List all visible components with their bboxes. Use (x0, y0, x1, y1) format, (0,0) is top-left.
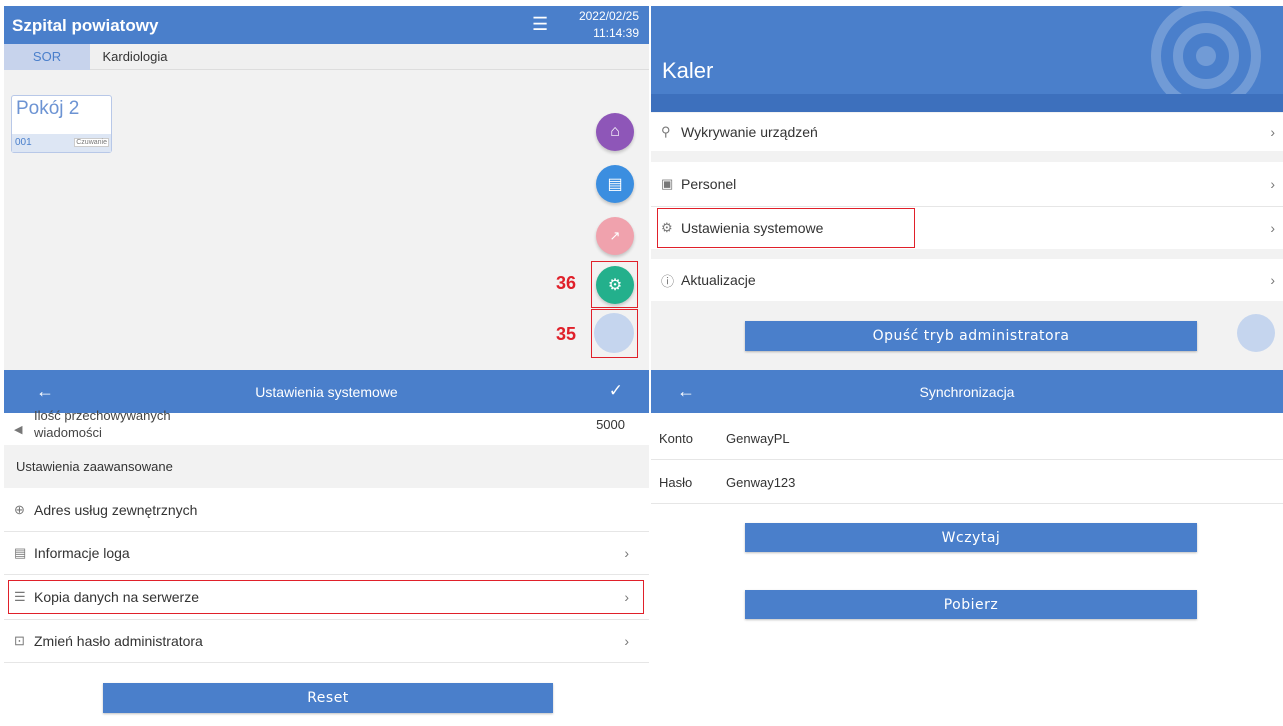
menu-personel-label: Personel (681, 176, 737, 192)
settings-title: Ustawienia systemowe (255, 384, 398, 400)
system-settings-panel: ← Ustawienia systemowe ✓ ◀ Ilość przecho… (4, 370, 649, 726)
confirm-check-icon[interactable]: ✓ (609, 381, 623, 401)
exit-admin-button[interactable]: Opuść tryb administratora (745, 321, 1197, 351)
item-informacje-loga[interactable]: ▤ Informacje loga › (4, 532, 649, 574)
menu-wykrywanie[interactable]: ⚲ Wykrywanie urządzeń › (651, 113, 1283, 151)
callout-36: 36 (556, 273, 577, 293)
header-date: 2022/02/25 (578, 9, 639, 23)
chevron-right-icon: › (1270, 220, 1275, 236)
home-icon: ⌂ (610, 123, 620, 140)
item-informacje-label: Informacje loga (34, 545, 130, 561)
ward-tabs: SOR Kardiologia (4, 44, 649, 70)
item-adres-label: Adres usług zewnętrznych (34, 502, 198, 518)
megaphone-icon: ◀ (14, 423, 23, 436)
item-adres-uslug[interactable]: ⊕ Adres usług zewnętrznych (4, 489, 649, 531)
advanced-section-header: Ustawienia zaawansowane (4, 445, 649, 488)
password-value: Genway123 (726, 474, 796, 490)
hospital-overview-panel: Szpital powiatowy ☰ 2022/02/25 11:14:39 … (4, 6, 649, 370)
divider (651, 459, 1283, 460)
tab-sor[interactable]: SOR (4, 44, 90, 70)
admin-header: Kaler (651, 6, 1283, 112)
stats-icon: ↗ (609, 228, 621, 243)
message-storage-row[interactable]: ◀ Ilość przechowywanych wiadomości 5000 (4, 408, 649, 445)
settings-header: ← Ustawienia systemowe ✓ (4, 370, 649, 413)
sync-panel: ← Synchronizacja Konto GenwayPL Hasło Ge… (651, 370, 1283, 726)
messages-button[interactable]: ▤ (596, 165, 634, 203)
header-strip (651, 94, 1283, 112)
partial-value: 5000 (596, 417, 625, 432)
stats-button[interactable]: ↗ (596, 217, 634, 255)
room-card[interactable]: Pokój 2 001 Czuwanie (11, 95, 112, 153)
callout-35: 35 (556, 324, 577, 344)
room-footer: 001 Czuwanie (12, 134, 111, 152)
account-value: GenwayPL (726, 430, 790, 446)
chevron-right-icon: › (1270, 176, 1275, 192)
tab-kardiologia-label: Kardiologia (102, 49, 168, 64)
menu-aktualizacje[interactable]: ⓘ Aktualizacje › (651, 259, 1283, 301)
staff-icon: ▣ (661, 176, 674, 191)
sync-header: ← Synchronizacja (651, 370, 1283, 413)
info-icon: ⓘ (661, 273, 675, 289)
chevron-right-icon: › (624, 633, 629, 649)
messages-icon: ▤ (607, 176, 623, 193)
hamburger-menu-icon[interactable]: ☰ (532, 14, 548, 35)
admin-menu-panel: Kaler ⚲ Wykrywanie urządzeń › ▣ Personel… (651, 6, 1283, 370)
chevron-right-icon: › (624, 545, 629, 561)
home-button[interactable]: ⌂ (596, 113, 634, 151)
hospital-header: Szpital powiatowy ☰ 2022/02/25 11:14:39 (4, 6, 649, 44)
search-icon: ⚲ (661, 124, 671, 139)
item-zmien-label: Zmień hasło administratora (34, 633, 203, 649)
partial-label-top: Ilość przechowywanych (34, 408, 171, 423)
reset-button[interactable]: Reset (103, 683, 553, 713)
highlight-kopia-danych (8, 580, 644, 614)
bed-number: 001 (15, 137, 32, 148)
password-label: Hasło (659, 474, 693, 490)
password-row[interactable]: Hasło Genway123 (651, 461, 1283, 503)
account-row[interactable]: Konto GenwayPL (651, 417, 1283, 459)
app-title: Kaler (662, 58, 714, 83)
divider (651, 503, 1283, 504)
highlight-settings-button (591, 261, 638, 308)
header-time: 11:14:39 (593, 26, 639, 40)
divider (4, 662, 649, 663)
hospital-title: Szpital powiatowy (12, 16, 159, 35)
blank-circle[interactable] (1237, 314, 1275, 352)
download-button[interactable]: Pobierz (745, 590, 1197, 619)
tab-kardiologia[interactable]: Kardiologia (90, 44, 180, 70)
menu-aktualizacje-label: Aktualizacje (681, 272, 756, 288)
divider (4, 574, 649, 575)
lock-icon: ⊡ (14, 633, 25, 648)
load-button[interactable]: Wczytaj (745, 523, 1197, 552)
room-name: Pokój 2 (16, 98, 80, 119)
advanced-section-label: Ustawienia zaawansowane (16, 459, 173, 474)
tab-sor-label: SOR (32, 49, 62, 64)
status-badge: Czuwanie (74, 138, 109, 147)
chevron-right-icon: › (1270, 124, 1275, 140)
signal-logo-icon (1151, 6, 1261, 111)
sync-title: Synchronizacja (919, 384, 1015, 400)
chevron-right-icon: › (1270, 272, 1275, 288)
partial-label-bottom: wiadomości (34, 425, 102, 440)
log-icon: ▤ (14, 545, 27, 560)
item-zmien-haslo[interactable]: ⊡ Zmień hasło administratora › (4, 620, 649, 662)
menu-personel[interactable]: ▣ Personel › (651, 162, 1283, 206)
highlight-ustawienia (657, 208, 915, 248)
highlight-blank-circle (591, 309, 638, 358)
menu-wykrywanie-label: Wykrywanie urządzeń (681, 124, 818, 140)
account-label: Konto (659, 430, 693, 446)
globe-icon: ⊕ (14, 502, 25, 517)
